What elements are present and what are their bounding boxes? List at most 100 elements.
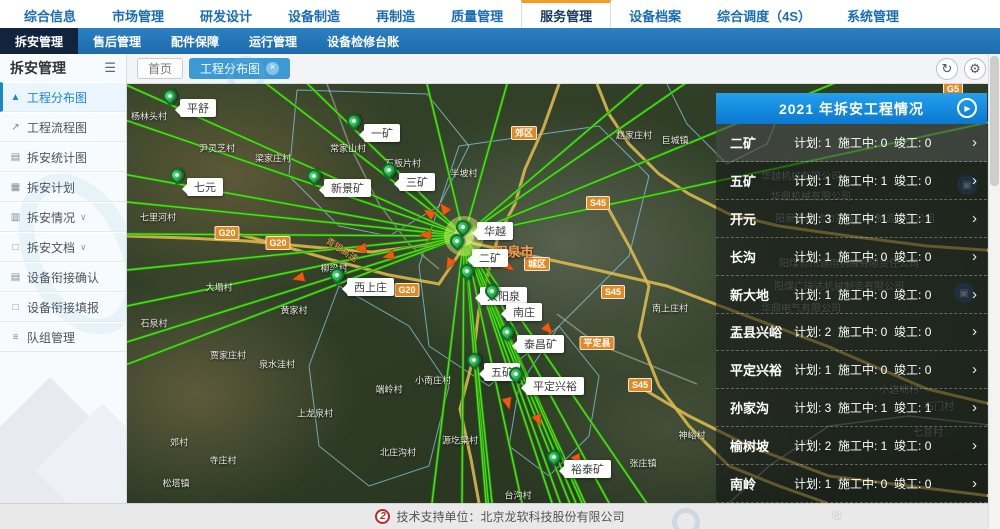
content-area: 首页工程分布图× ↻ ⚙ 2021 年拆安工程情况 ▶ 二矿计划: 1 施工中:… <box>127 54 1000 503</box>
top-nav-item[interactable]: 设备制造 <box>270 0 358 28</box>
sidebar-title: 拆安管理 <box>10 58 66 78</box>
road-badge: S45 <box>601 285 625 299</box>
chevron-right-icon: › <box>972 134 977 151</box>
map-pin-label[interactable]: 二矿 <box>472 249 508 267</box>
map-canvas[interactable]: 2021 年拆安工程情况 ▶ 二矿计划: 1 施工中: 0 竣工: 0›五矿计划… <box>127 84 1000 503</box>
settings-button[interactable]: ⚙ <box>964 58 986 80</box>
sidebar-item[interactable]: ▦拆安计划 <box>0 172 126 202</box>
panel-header: 2021 年拆安工程情况 ▶ <box>716 93 987 124</box>
top-nav-item[interactable]: 综合信息 <box>6 0 94 28</box>
sidebar-item[interactable]: □设备衔接填报 <box>0 292 126 322</box>
top-nav-item[interactable]: 再制造 <box>358 0 433 28</box>
panel-row[interactable]: 新大地计划: 1 施工中: 0 竣工: 0› <box>716 276 987 314</box>
top-nav-item[interactable]: 综合调度（4S） <box>699 0 829 28</box>
top-nav-item[interactable]: 服务管理 <box>521 0 611 28</box>
map-pin-label[interactable]: 新景矿 <box>324 179 371 197</box>
panel-row[interactable]: 盂县兴峪计划: 2 施工中: 0 竣工: 0› <box>716 314 987 352</box>
map-pin-label[interactable]: 七元 <box>187 178 223 196</box>
panel-row[interactable]: 长沟计划: 1 施工中: 0 竣工: 0› <box>716 238 987 276</box>
sidebar-item[interactable]: ▲ 工程分布图 <box>0 82 126 112</box>
sub-nav-item[interactable]: 售后管理 <box>78 28 156 54</box>
page-scrollbar[interactable] <box>988 54 1000 529</box>
sidebar-item[interactable]: ↗工程流程图 <box>0 112 126 142</box>
scrollbar-thumb[interactable] <box>990 56 999 186</box>
road-badge: G20 <box>265 236 290 250</box>
sidebar-item[interactable]: ≡队组管理 <box>0 322 126 352</box>
road-badge: S45 <box>628 378 652 392</box>
map-pin-label[interactable]: 一矿 <box>364 124 400 142</box>
play-button[interactable]: ▶ <box>957 98 977 118</box>
panel-row[interactable]: 孙家沟计划: 3 施工中: 1 竣工: 1› <box>716 389 987 427</box>
top-nav-item[interactable]: 系统管理 <box>829 0 917 28</box>
village-label: 杨林头村 <box>131 110 167 123</box>
sidebar-item[interactable]: □拆安文档∨ <box>0 232 126 262</box>
village-label: 梁家庄村 <box>255 152 291 165</box>
panel-rows: 二矿计划: 1 施工中: 0 竣工: 0›五矿计划: 1 施工中: 1 竣工: … <box>716 124 987 503</box>
top-nav-item[interactable]: 质量管理 <box>433 0 521 28</box>
village-label: 黄家村 <box>280 304 307 317</box>
top-nav-item[interactable]: 设备档案 <box>611 0 699 28</box>
map-pin-label[interactable]: 泰昌矿 <box>517 335 564 353</box>
village-label: 常家山村 <box>330 142 366 155</box>
map-pin-label[interactable]: 裕泰矿 <box>564 460 611 478</box>
route-line <box>127 236 464 503</box>
mine-name: 南岭 <box>730 474 794 493</box>
sidebar-item[interactable]: ▤设备衔接确认 <box>0 262 126 292</box>
map-pin-label[interactable]: 平定兴裕 <box>526 377 584 395</box>
mine-stats: 计划: 3 施工中: 1 竣工: 1 <box>794 399 972 416</box>
map-pin-label[interactable]: 三矿 <box>399 173 435 191</box>
sub-nav-item[interactable]: 配件保障 <box>156 28 234 54</box>
hamburger-icon[interactable]: ☰ <box>104 60 116 76</box>
village-label: 台沟村 <box>504 489 531 502</box>
sidebar-item-icon: ▲ <box>8 92 23 103</box>
village-label: 泉水洼村 <box>259 358 295 371</box>
village-label: 赵家庄村 <box>616 129 652 142</box>
sidebar: 拆安管理 ☰ ▲ 工程分布图 ↗工程流程图▤拆安统计图▦拆安计划▥拆安情况∨□拆安文… <box>0 54 127 503</box>
content-tab-bar: 首页工程分布图× ↻ ⚙ <box>127 54 1000 84</box>
village-label: 源圪梁村 <box>442 434 478 447</box>
panel-row[interactable]: 开元计划: 3 施工中: 1 竣工: 1› <box>716 200 987 238</box>
mine-stats: 计划: 1 施工中: 0 竣工: 0 <box>794 286 972 303</box>
mine-stats: 计划: 2 施工中: 0 竣工: 0 <box>794 323 972 340</box>
mine-stats: 计划: 1 施工中: 0 竣工: 0 <box>794 134 972 151</box>
sidebar-item[interactable]: ▤拆安统计图 <box>0 142 126 172</box>
sub-nav-item[interactable]: 设备检修台账 <box>312 28 414 54</box>
map-pin-label[interactable]: 南庄 <box>506 303 542 321</box>
map-pin-label[interactable]: 平舒 <box>180 99 216 117</box>
panel-row[interactable]: 南岭计划: 1 施工中: 0 竣工: 0› <box>716 465 987 503</box>
map-pin-label[interactable]: 华越 <box>477 222 513 240</box>
content-tab[interactable]: 首页 <box>137 58 183 79</box>
panel-row[interactable]: 榆树坡计划: 2 施工中: 1 竣工: 0› <box>716 427 987 465</box>
sidebar-item-label: 拆安计划 <box>27 179 75 196</box>
chevron-down-icon: ∨ <box>80 212 87 223</box>
projects-panel: 2021 年拆安工程情况 ▶ 二矿计划: 1 施工中: 0 竣工: 0›五矿计划… <box>716 93 987 503</box>
sub-nav-item[interactable]: 运行管理 <box>234 28 312 54</box>
route-line-core <box>127 236 464 503</box>
panel-row[interactable]: 平定兴裕计划: 1 施工中: 0 竣工: 0› <box>716 351 987 389</box>
top-nav: 综合信息市场管理研发设计设备制造再制造质量管理服务管理设备档案综合调度（4S）系… <box>0 0 1000 28</box>
panel-row[interactable]: 二矿计划: 1 施工中: 0 竣工: 0› <box>716 124 987 162</box>
route-line-core <box>127 236 464 503</box>
sidebar-item-label: 队组管理 <box>27 329 75 346</box>
map-pin-label[interactable]: 西上庄 <box>347 278 394 296</box>
sidebar-item[interactable]: ▥拆安情况∨ <box>0 202 126 232</box>
chevron-right-icon: › <box>972 437 977 454</box>
sidebar-item-label: 工程分布图 <box>27 89 87 106</box>
direction-arrow-icon <box>291 272 305 285</box>
road-badge: 平定县 <box>579 336 614 350</box>
sub-nav-item[interactable]: 拆安管理 <box>0 28 78 54</box>
top-nav-item[interactable]: 研发设计 <box>182 0 270 28</box>
close-icon[interactable]: × <box>266 62 279 75</box>
chevron-right-icon: › <box>972 399 977 416</box>
village-label: 贾家庄村 <box>210 349 246 362</box>
route-line <box>127 236 464 503</box>
village-label: 七里河村 <box>140 211 176 224</box>
sidebar-item-icon: □ <box>8 242 23 253</box>
refresh-button[interactable]: ↻ <box>936 58 958 80</box>
footer-text: 技术支持单位：北京龙软科技股份有限公司 <box>396 508 624 525</box>
footer: 2 技术支持单位：北京龙软科技股份有限公司 <box>0 503 1000 529</box>
top-nav-item[interactable]: 市场管理 <box>94 0 182 28</box>
panel-row[interactable]: 五矿计划: 1 施工中: 1 竣工: 0› <box>716 162 987 200</box>
content-tab[interactable]: 工程分布图× <box>189 58 290 79</box>
road-badge: G20 <box>214 226 239 240</box>
